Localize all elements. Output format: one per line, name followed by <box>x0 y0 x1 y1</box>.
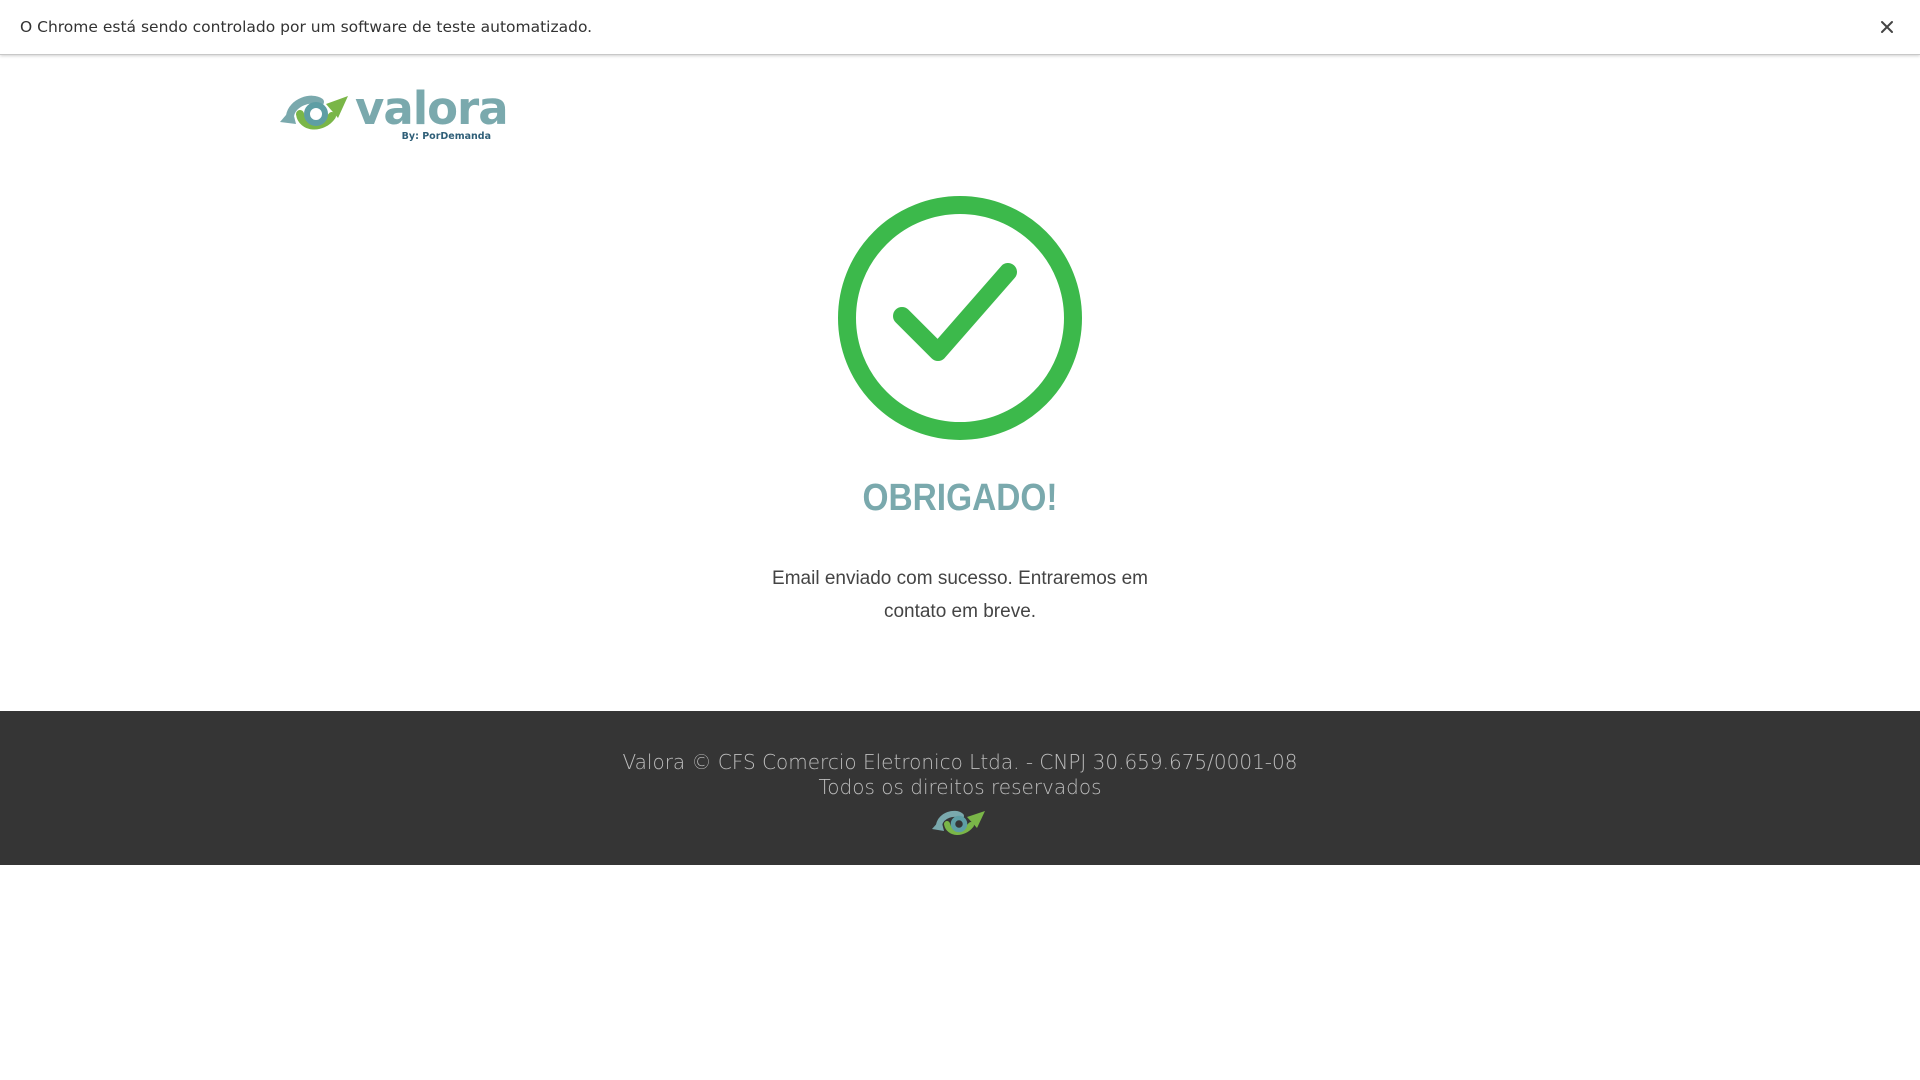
infobar-message: O Chrome está sendo controlado por um so… <box>20 18 593 36</box>
logo-tagline: By: PorDemanda <box>401 131 491 142</box>
close-icon[interactable] <box>1872 12 1902 42</box>
check-circle-icon <box>836 194 1084 442</box>
success-message: Email enviado com sucesso. Entraremos em… <box>772 568 1148 622</box>
valora-logo-icon <box>931 807 989 841</box>
automation-infobar: O Chrome está sendo controlado por um so… <box>0 0 1920 55</box>
page-title: OBRIGADO! <box>862 477 1058 519</box>
logo-wordmark: valora <box>355 82 509 135</box>
footer: Valora © CFS Comercio Eletronico Ltda. -… <box>0 711 1920 865</box>
footer-copyright: Valora © CFS Comercio Eletronico Ltda. -… <box>622 750 1298 774</box>
footer-rights: Todos os direitos reservados <box>818 775 1102 799</box>
valora-logo-icon <box>280 95 348 130</box>
valora-logo[interactable]: valora By: PorDemanda <box>278 86 509 146</box>
